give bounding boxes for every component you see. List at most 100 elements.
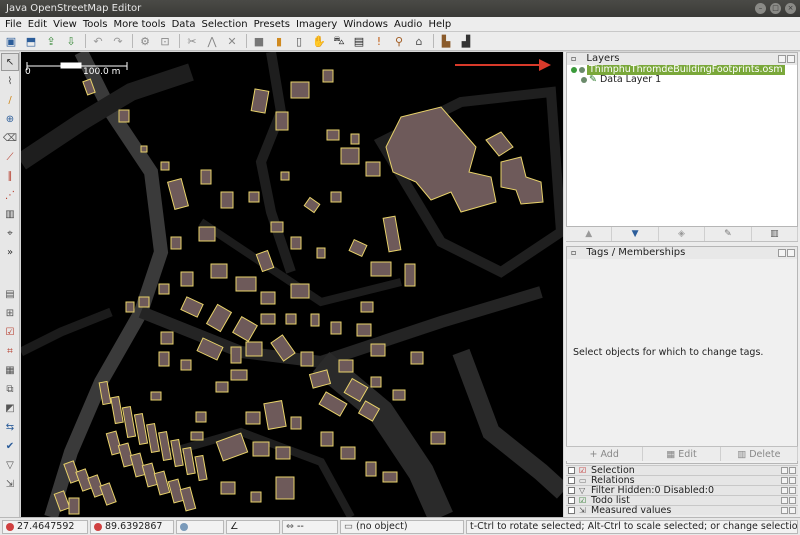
split-way-icon[interactable]: ✂ xyxy=(183,33,201,49)
layer-toggle-icon[interactable] xyxy=(579,67,585,73)
toggle-validation-icon[interactable]: ✔ xyxy=(1,437,19,455)
delete-mode-icon[interactable]: ⌫ xyxy=(1,129,19,147)
toggle-chart-icon[interactable]: ▦ xyxy=(1,361,19,379)
add-tag-button[interactable]: + Add xyxy=(566,447,644,461)
improve-way-icon[interactable]: ⟋ xyxy=(1,148,19,166)
parallel-way-icon[interactable]: ∥ xyxy=(1,167,19,185)
panel-close-icon[interactable] xyxy=(789,477,796,484)
panel-detach-icon[interactable] xyxy=(781,467,788,474)
panel-detach-icon[interactable] xyxy=(781,497,788,504)
move-up-icon[interactable]: ▲ xyxy=(566,227,613,241)
panel-close-icon[interactable] xyxy=(789,467,796,474)
toggle-imagery-icon[interactable]: ◩ xyxy=(1,399,19,417)
expand-icon[interactable] xyxy=(568,487,575,494)
gray-box-icon[interactable]: ■ xyxy=(250,33,268,49)
upload-icon[interactable]: ⇪ xyxy=(42,33,60,49)
layer-visible-icon[interactable] xyxy=(581,77,587,83)
warning-icon[interactable]: ! xyxy=(370,33,388,49)
panel-close-icon[interactable] xyxy=(787,249,795,257)
tags-panel-header[interactable]: ▫ Tags / Memberships xyxy=(567,247,797,259)
save-icon[interactable]: ⬒ xyxy=(22,33,40,49)
measured-values-panel-header[interactable]: ⇲ Measured values xyxy=(566,505,798,515)
zoom-icon[interactable]: ⊕ xyxy=(1,110,19,128)
panel-detach-icon[interactable] xyxy=(781,477,788,484)
zoom-fit-icon[interactable]: ⊡ xyxy=(156,33,174,49)
panel-collapse-icon[interactable]: ▫ xyxy=(571,53,576,65)
delete-icon[interactable]: ✕ xyxy=(223,33,241,49)
menu-file[interactable]: File xyxy=(2,17,25,32)
heading-field[interactable] xyxy=(176,519,224,534)
layer-name[interactable]: Data Layer 1 xyxy=(600,75,661,85)
undo-icon[interactable]: ↶ xyxy=(89,33,107,49)
expand-icon[interactable] xyxy=(568,467,575,474)
menu-view[interactable]: View xyxy=(50,17,80,32)
bus-icon[interactable]: ▤ xyxy=(350,33,368,49)
lasso-icon[interactable]: ⌇ xyxy=(1,72,19,90)
expand-icon[interactable] xyxy=(568,477,575,484)
layer-visible-icon[interactable] xyxy=(571,67,577,73)
toggle-layers-icon[interactable]: ▤ xyxy=(1,285,19,303)
panel-detach-icon[interactable] xyxy=(781,507,788,514)
shop-icon[interactable]: ⌂ xyxy=(410,33,428,49)
restaurant-icon[interactable]: ⚲ xyxy=(390,33,408,49)
menu-tools[interactable]: Tools xyxy=(80,17,111,32)
todo-panel-header[interactable]: ☑ Todo list xyxy=(566,495,798,505)
menu-presets[interactable]: Presets xyxy=(251,17,293,32)
panel-detach-icon[interactable] xyxy=(778,55,786,63)
car-icon[interactable]: ⛍ xyxy=(330,33,348,49)
toggle-selection-icon[interactable]: ☑ xyxy=(1,323,19,341)
toggle-relations-icon[interactable]: ⌗ xyxy=(1,342,19,360)
menu-audio[interactable]: Audio xyxy=(391,17,425,32)
industrial-icon[interactable]: ▟ xyxy=(457,33,475,49)
menu-selection[interactable]: Selection xyxy=(199,17,251,32)
expand-icon[interactable] xyxy=(568,497,575,504)
draw-line-icon[interactable]: / xyxy=(1,91,19,109)
preferences-icon[interactable]: ⚙ xyxy=(136,33,154,49)
map-view[interactable]: 0 100.0 m xyxy=(21,52,563,517)
redo-icon[interactable]: ↷ xyxy=(109,33,127,49)
filter-panel-header[interactable]: ▽ Filter Hidden:0 Disabled:0 xyxy=(566,485,798,495)
hand-icon[interactable]: ✋ xyxy=(310,33,328,49)
merge-layer-icon[interactable]: ◈ xyxy=(659,227,706,241)
angle-field[interactable]: ∠ xyxy=(226,519,280,534)
panel-close-icon[interactable] xyxy=(787,55,795,63)
menu-more-tools[interactable]: More tools xyxy=(110,17,168,32)
panel-detach-icon[interactable] xyxy=(781,487,788,494)
longitude-field[interactable]: 89.6392867 xyxy=(90,519,174,534)
delete-layer-icon[interactable]: ▥ xyxy=(752,227,799,241)
maximize-button[interactable]: □ xyxy=(770,3,781,14)
menu-data[interactable]: Data xyxy=(169,17,199,32)
barrier-icon[interactable]: ▮ xyxy=(270,33,288,49)
menu-imagery[interactable]: Imagery xyxy=(293,17,340,32)
open-file-icon[interactable]: ▣ xyxy=(2,33,20,49)
toggle-filter-icon[interactable]: ▽ xyxy=(1,456,19,474)
map-canvas[interactable] xyxy=(21,52,563,517)
wall-icon[interactable]: ▙ xyxy=(437,33,455,49)
minimize-button[interactable]: – xyxy=(755,3,766,14)
panel-close-icon[interactable] xyxy=(789,487,796,494)
toggle-measure-icon[interactable]: ⇲ xyxy=(1,475,19,493)
address-tool-icon[interactable]: ⌖ xyxy=(1,224,19,242)
download-icon[interactable]: ⇩ xyxy=(62,33,80,49)
panel-detach-icon[interactable] xyxy=(778,249,786,257)
layer-row[interactable]: ✎ Data Layer 1 xyxy=(567,75,797,85)
more-tools-icon[interactable]: » xyxy=(1,243,19,261)
combine-way-icon[interactable]: ⋀ xyxy=(203,33,221,49)
distance-field[interactable]: ⇔ -- xyxy=(282,519,338,534)
selection-field[interactable]: ▭ (no object) xyxy=(340,519,464,534)
menu-edit[interactable]: Edit xyxy=(25,17,50,32)
extrude-icon[interactable]: ⋰ xyxy=(1,186,19,204)
toggle-history-icon[interactable]: ⧉ xyxy=(1,380,19,398)
close-button[interactable]: × xyxy=(785,3,796,14)
panel-collapse-icon[interactable]: ▫ xyxy=(571,247,576,259)
toggle-tags-icon[interactable]: ⊞ xyxy=(1,304,19,322)
expand-icon[interactable] xyxy=(568,507,575,514)
panel-close-icon[interactable] xyxy=(789,497,796,504)
toggle-todo-icon[interactable]: ⇆ xyxy=(1,418,19,436)
select-mode-icon[interactable]: ↖ xyxy=(1,53,19,71)
menu-windows[interactable]: Windows xyxy=(340,17,391,32)
layer-properties-icon[interactable]: ✎ xyxy=(705,227,752,241)
selection-panel-header[interactable]: ☑ Selection xyxy=(566,465,798,475)
door-icon[interactable]: ▯ xyxy=(290,33,308,49)
building-tool-icon[interactable]: ▥ xyxy=(1,205,19,223)
